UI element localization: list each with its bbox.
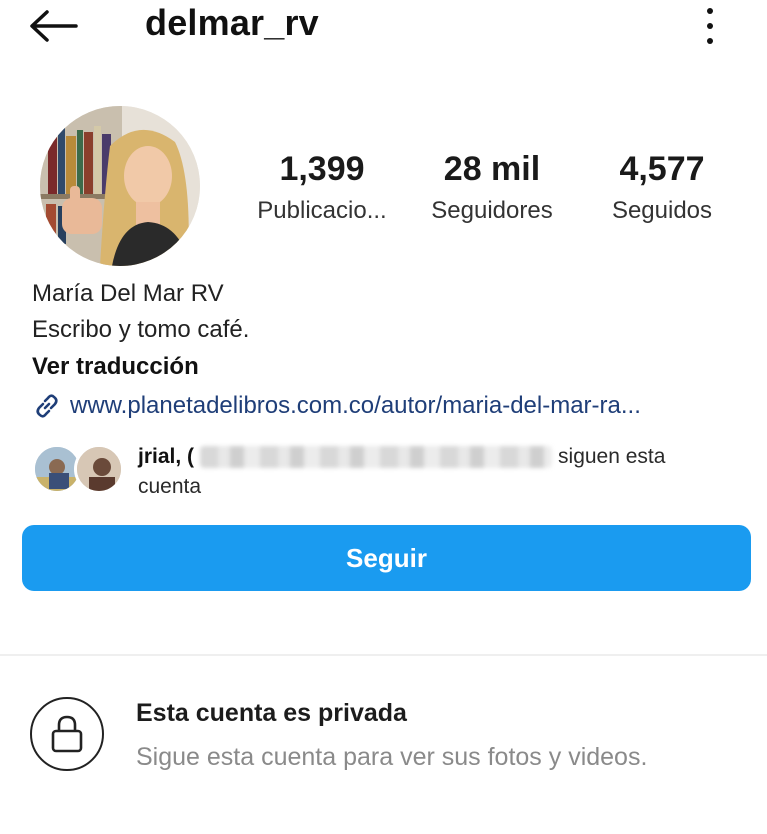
- see-translation-link[interactable]: Ver traducción: [32, 352, 199, 382]
- private-account-title: Esta cuenta es privada: [136, 699, 407, 727]
- private-account-subtitle: Sigue esta cuenta para ver sus fotos y v…: [136, 743, 648, 771]
- followed-by-text: jrial, (siguen esta cuenta: [138, 442, 718, 502]
- redacted-usernames: [200, 446, 553, 469]
- followers-label: Seguidores: [431, 197, 553, 224]
- profile-bio-text: Escribo y tomo café.: [32, 316, 250, 343]
- more-options-button[interactable]: [696, 6, 724, 46]
- posts-label: Publicacio...: [257, 197, 387, 224]
- back-button[interactable]: [28, 4, 84, 48]
- website-url: www.planetadelibros.com.co/autor/maria-d…: [70, 392, 641, 419]
- profile-username: delmar_rv: [145, 2, 319, 43]
- followed-by-section[interactable]: jrial, (siguen esta cuenta: [32, 440, 732, 502]
- following-count: 4,577: [619, 150, 705, 188]
- stat-posts[interactable]: 1,399 Publicacio...: [244, 150, 400, 226]
- divider: [0, 654, 767, 656]
- arrow-left-icon: [30, 10, 78, 42]
- private-account-badge: [30, 697, 104, 771]
- link-icon: [36, 394, 58, 418]
- top-bar: delmar_rv: [0, 0, 767, 56]
- posts-count: 1,399: [279, 150, 365, 188]
- more-vertical-icon: [707, 8, 713, 14]
- profile-photo: [40, 106, 200, 266]
- profile-screen: delmar_rv 1,399 Publicacio... 28 mil Seg…: [0, 0, 767, 834]
- profile-avatar[interactable]: [40, 106, 200, 266]
- following-label: Seguidos: [611, 197, 713, 224]
- mutual-avatar: [74, 444, 124, 494]
- follow-button[interactable]: Seguir: [22, 525, 751, 591]
- lock-icon: [51, 715, 83, 753]
- stat-followers[interactable]: 28 mil Seguidores: [418, 150, 566, 226]
- mutual-usernames: jrial, (: [138, 445, 195, 468]
- profile-website-link[interactable]: www.planetadelibros.com.co/autor/maria-d…: [32, 391, 641, 421]
- followers-count: 28 mil: [443, 150, 541, 188]
- profile-full-name: María Del Mar RV: [32, 280, 224, 307]
- stat-following[interactable]: 4,577 Seguidos: [596, 150, 728, 226]
